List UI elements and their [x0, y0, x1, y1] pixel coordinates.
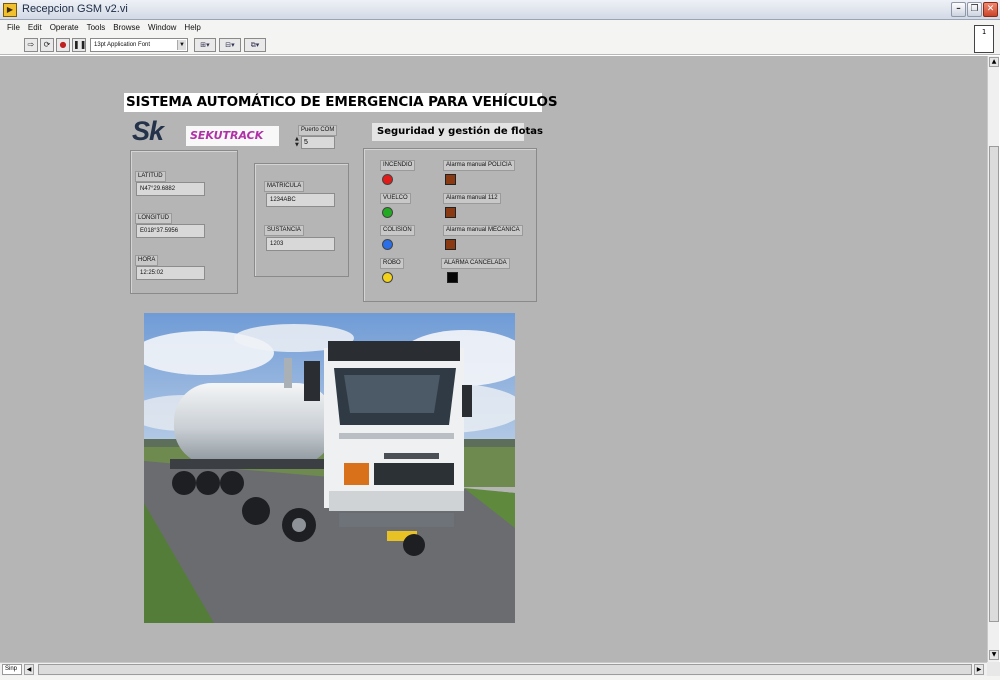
abort-icon[interactable]: ● [56, 38, 70, 52]
police-alarm-indicator [445, 174, 456, 185]
menu-bar: File Edit Operate Tools Browse Window Help [0, 20, 1000, 35]
close-button[interactable]: ✕ [983, 2, 998, 17]
chevron-down-icon: ▼ [177, 40, 186, 50]
page-title: SISTEMA AUTOMÁTICO DE EMERGENCIA PARA VE… [124, 93, 558, 112]
longitude-value: E018°37.5956 [136, 224, 205, 238]
fire-led [382, 174, 393, 185]
rollover-label: VUELCO [380, 193, 411, 204]
menu-browse[interactable]: Browse [109, 20, 144, 35]
cancelled-alarm-label: ALARMA CANCELADA [441, 258, 510, 269]
cancelled-alarm-indicator [447, 272, 458, 283]
collision-led [382, 239, 393, 250]
substance-value: 1203 [266, 237, 335, 251]
window-title: Recepcion GSM v2.vi [22, 3, 128, 15]
pause-icon[interactable]: ❚❚ [72, 38, 86, 52]
scrollbar-label: Sinp [2, 664, 22, 675]
logo-sk: Sk [132, 116, 164, 146]
mechanic-alarm-label: Alarma manual MECANICA [443, 225, 523, 236]
run-arrow-icon[interactable]: ⇨ [24, 38, 38, 52]
minimize-button[interactable]: – [951, 2, 966, 17]
plate-value: 1234ABC [266, 193, 335, 207]
longitude-label: LONGITUD [135, 213, 173, 224]
run-continuous-icon[interactable]: ⟳ [40, 38, 54, 52]
scroll-down-icon[interactable]: ▼ [989, 650, 999, 660]
port-label: Puerto COM [298, 125, 338, 136]
vertical-scroll-thumb[interactable] [989, 146, 999, 622]
logo-brand: SEKUTRACK [186, 126, 279, 146]
police-alarm-label: Alarma manual POLICIA [443, 160, 515, 171]
mechanic-alarm-indicator [445, 239, 456, 250]
horizontal-scroll-thumb[interactable] [38, 664, 972, 675]
time-label: HORA [135, 255, 159, 266]
port-value[interactable]: 5 [301, 136, 335, 149]
menu-tools[interactable]: Tools [83, 20, 110, 35]
theft-label: ROBO [380, 258, 404, 269]
status-strip [0, 676, 1000, 680]
labview-icon: ▶ [3, 3, 17, 17]
menu-edit[interactable]: Edit [24, 20, 46, 35]
distribute-icon[interactable]: ⊟▾ [219, 38, 241, 52]
title-bar: ▶ Recepcion GSM v2.vi – ❐ ✕ [0, 0, 1000, 20]
truck-photo [144, 313, 515, 623]
toolbar: ⇨ ⟳ ● ❚❚ 13pt Application Font ▼ ⊞▾ ⊟▾ ⧉… [0, 35, 1000, 55]
vi-icon[interactable]: 1 [974, 25, 994, 53]
horizontal-scrollbar[interactable]: Sinp ◀ ▶ [0, 662, 987, 676]
emergency-alarm-label: Alarma manual 112 [443, 193, 501, 204]
rollover-led [382, 207, 393, 218]
menu-help[interactable]: Help [180, 20, 204, 35]
scroll-right-icon[interactable]: ▶ [974, 664, 984, 675]
latitude-label: LATITUD [135, 171, 166, 182]
menu-operate[interactable]: Operate [46, 20, 83, 35]
scroll-left-icon[interactable]: ◀ [24, 664, 34, 675]
vertical-scrollbar[interactable]: ▲ ▼ [987, 56, 999, 662]
scroll-up-icon[interactable]: ▲ [989, 57, 999, 67]
emergency-alarm-indicator [445, 207, 456, 218]
subtitle: Seguridad y gestión de flotas [372, 123, 543, 141]
maximize-button[interactable]: ❐ [967, 2, 982, 17]
font-select[interactable]: 13pt Application Font ▼ [90, 38, 188, 52]
theft-led [382, 272, 393, 283]
port-control[interactable]: ▲ ▼ 5 [295, 136, 335, 149]
latitude-value: N47°29.6882 [136, 182, 205, 196]
fire-label: INCENDIO [380, 160, 416, 171]
time-value: 12:25:02 [136, 266, 205, 280]
font-select-value: 13pt Application Font [94, 42, 151, 48]
substance-label: SUSTANCIA [264, 225, 304, 236]
menu-file[interactable]: File [3, 20, 24, 35]
collision-label: COLISION [380, 225, 415, 236]
plate-label: MATRICULA [264, 181, 305, 192]
menu-window[interactable]: Window [144, 20, 180, 35]
vi-icon-label: 1 [981, 28, 987, 36]
reorder-icon[interactable]: ⧉▾ [244, 38, 266, 52]
align-icon[interactable]: ⊞▾ [194, 38, 216, 52]
